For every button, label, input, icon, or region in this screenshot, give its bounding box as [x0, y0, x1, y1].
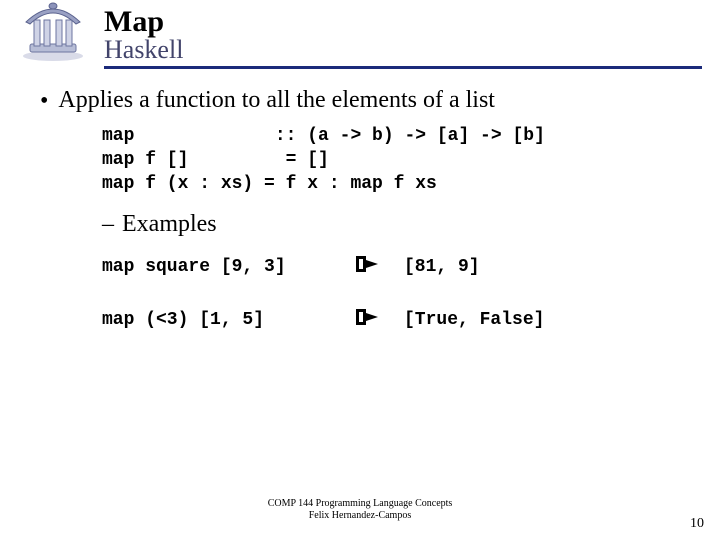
sub-bullet-text: Examples [122, 211, 217, 238]
example-input: map (<3) [1, 5] [102, 310, 332, 330]
bullet-text: Applies a function to all the elements o… [58, 87, 495, 114]
unc-well-logo-icon [14, 2, 92, 62]
page-number: 10 [690, 516, 704, 532]
example-row: map (<3) [1, 5] [True, False] [102, 305, 680, 336]
slide-header: Map Haskell [0, 0, 720, 69]
example-input: map square [9, 3] [102, 257, 332, 277]
slide-subtitle: Haskell [104, 36, 720, 65]
evaluates-to-icon [332, 305, 404, 336]
code-definition: map :: (a -> b) -> [a] -> [b] map f [] =… [102, 124, 680, 197]
evaluates-to-icon [332, 252, 404, 283]
example-row: map square [9, 3] [81, 9] [102, 252, 680, 283]
example-output: [81, 9] [404, 257, 480, 277]
slide-content: • Applies a function to all the elements… [0, 69, 720, 336]
header-rule [104, 66, 702, 69]
title-block: Map Haskell [104, 6, 720, 64]
bullet-dot-icon: • [40, 87, 48, 116]
footer-line-2: Felix Hernandez-Campos [0, 510, 720, 522]
dash-icon: – [102, 211, 114, 238]
footer-line-1: COMP 144 Programming Language Concepts [0, 498, 720, 510]
slide-title: Map [104, 6, 720, 38]
bullet-item: • Applies a function to all the elements… [40, 87, 680, 116]
slide-footer: COMP 144 Programming Language Concepts F… [0, 498, 720, 522]
example-output: [True, False] [404, 310, 544, 330]
sub-bullet-item: – Examples [102, 211, 680, 238]
